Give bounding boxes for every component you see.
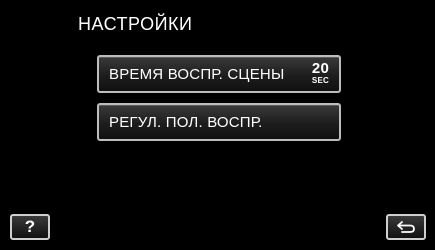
help-icon: ? [24,217,36,236]
scene-playback-time-label: ВРЕМЯ ВОСПР. СЦЕНЫ [109,65,285,83]
scene-playback-time-button[interactable]: ВРЕМЯ ВОСПР. СЦЕНЫ 20 SEC [97,55,341,93]
back-button[interactable] [386,214,426,240]
playback-position-adjust-button[interactable]: РЕГУЛ. ПОЛ. ВОСПР. [97,103,341,141]
playback-position-adjust-label: РЕГУЛ. ПОЛ. ВОСПР. [109,113,263,131]
help-button[interactable]: ? [10,214,50,240]
scene-playback-time-value: 20 SEC [312,61,329,85]
page-title: НАСТРОЙКИ [78,14,193,34]
return-arrow-icon [397,221,415,233]
scene-playback-time-number: 20 [311,60,329,77]
scene-playback-time-unit: SEC [311,76,329,85]
